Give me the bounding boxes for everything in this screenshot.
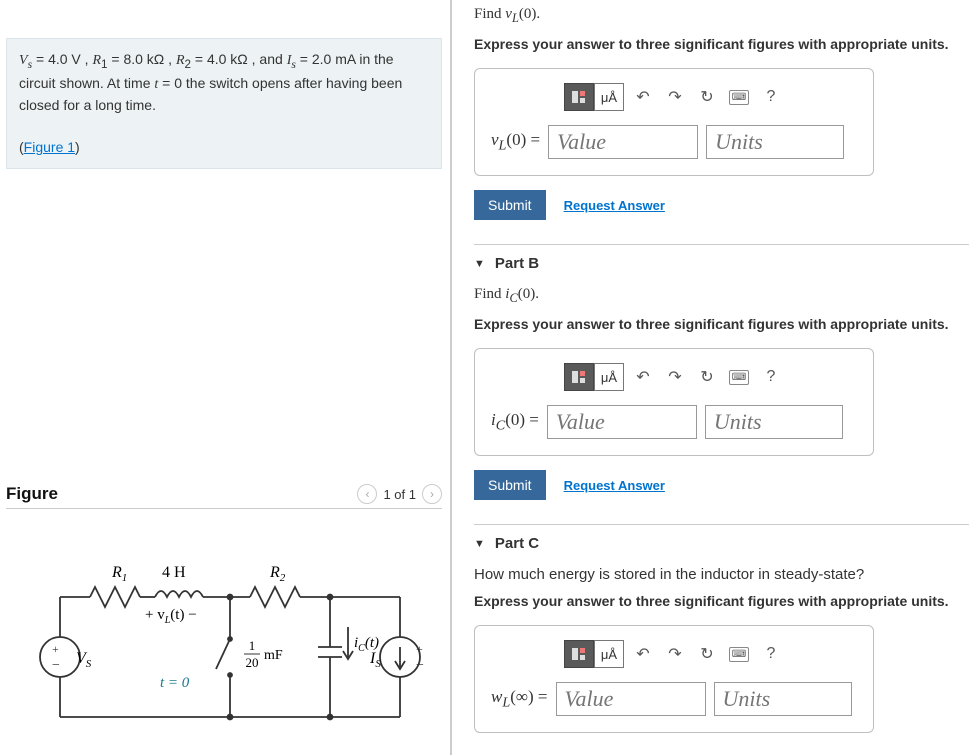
svg-text:R1: R1 (111, 564, 127, 584)
part-b: Find iC(0). Express your answer to three… (474, 286, 969, 500)
svg-text:+: + (52, 642, 59, 656)
units-button[interactable]: μÅ (594, 640, 624, 668)
part-a-value-input[interactable] (548, 125, 698, 159)
part-a: Find vL(0). Express your answer to three… (474, 6, 969, 220)
part-b-title: Part B (495, 255, 539, 272)
part-a-units-input[interactable] (706, 125, 844, 159)
svg-text:20: 20 (246, 655, 259, 670)
svg-text:−: − (52, 658, 60, 673)
undo-icon[interactable]: ↶ (630, 641, 656, 667)
svg-text:4 H: 4 H (162, 564, 186, 581)
keyboard-icon[interactable]: ⌨ (726, 641, 752, 667)
part-b-instructions: Express your answer to three significant… (474, 316, 969, 332)
svg-text:+: + (416, 642, 423, 656)
part-b-lhs: iC(0) = (491, 410, 539, 434)
pager-text: 1 of 1 (383, 487, 416, 502)
part-b-request-answer-link[interactable]: Request Answer (564, 478, 665, 493)
reset-icon[interactable]: ↻ (694, 364, 720, 390)
part-c-prompt: How much energy is stored in the inducto… (474, 566, 969, 583)
template-button[interactable] (564, 83, 594, 111)
svg-text:1: 1 (249, 638, 256, 653)
part-c-value-input[interactable] (556, 682, 706, 716)
svg-text:mF: mF (264, 648, 283, 663)
reset-icon[interactable]: ↻ (694, 641, 720, 667)
part-a-instructions: Express your answer to three significant… (474, 36, 969, 52)
prev-figure-button[interactable]: ‹ (357, 484, 377, 504)
svg-text:+ vL(t) −: + vL(t) − (145, 607, 197, 626)
part-a-prompt: Find vL(0). (474, 6, 969, 26)
svg-text:t = 0: t = 0 (160, 675, 190, 691)
svg-text:IS: IS (369, 650, 381, 670)
redo-icon[interactable]: ↷ (662, 641, 688, 667)
figure-pager: ‹ 1 of 1 › (357, 484, 442, 504)
template-button[interactable] (564, 640, 594, 668)
figure-title: Figure (6, 484, 58, 504)
redo-icon[interactable]: ↷ (662, 84, 688, 110)
units-button[interactable]: μÅ (594, 363, 624, 391)
figure-header: Figure ‹ 1 of 1 › (6, 484, 442, 509)
undo-icon[interactable]: ↶ (630, 364, 656, 390)
next-figure-button[interactable]: › (422, 484, 442, 504)
units-button[interactable]: μÅ (594, 83, 624, 111)
part-c-disclosure-icon[interactable]: ▼ (474, 538, 485, 550)
svg-text:R2: R2 (269, 564, 286, 584)
part-a-request-answer-link[interactable]: Request Answer (564, 198, 665, 213)
reset-icon[interactable]: ↻ (694, 84, 720, 110)
part-a-answer-box: μÅ ↶ ↷ ↻ ⌨ ? vL(0) = (474, 68, 874, 176)
svg-text:VS: VS (76, 650, 92, 670)
part-c-title: Part C (495, 535, 539, 552)
circuit-diagram: R1 4 H R2 + vL(t) − + − VS t = 0 1 20 mF… (6, 557, 442, 750)
help-icon[interactable]: ? (758, 84, 784, 110)
undo-icon[interactable]: ↶ (630, 84, 656, 110)
part-b-units-input[interactable] (705, 405, 843, 439)
part-b-submit-button[interactable]: Submit (474, 470, 546, 500)
part-b-disclosure-icon[interactable]: ▼ (474, 258, 485, 270)
part-c-answer-box: μÅ ↶ ↷ ↻ ⌨ ? wL(∞) = (474, 625, 874, 733)
part-b-header: ▼ Part B (474, 244, 969, 272)
redo-icon[interactable]: ↷ (662, 364, 688, 390)
part-c-units-input[interactable] (714, 682, 852, 716)
keyboard-icon[interactable]: ⌨ (726, 84, 752, 110)
figure-link[interactable]: Figure 1 (24, 139, 75, 155)
part-a-submit-button[interactable]: Submit (474, 190, 546, 220)
part-b-prompt: Find iC(0). (474, 286, 969, 306)
part-a-lhs: vL(0) = (491, 130, 540, 154)
help-icon[interactable]: ? (758, 364, 784, 390)
part-b-answer-box: μÅ ↶ ↷ ↻ ⌨ ? iC(0) = (474, 348, 874, 456)
part-c-instructions: Express your answer to three significant… (474, 593, 969, 609)
part-b-value-input[interactable] (547, 405, 697, 439)
template-button[interactable] (564, 363, 594, 391)
part-c-lhs: wL(∞) = (491, 687, 548, 711)
keyboard-icon[interactable]: ⌨ (726, 364, 752, 390)
part-c-header: ▼ Part C (474, 524, 969, 552)
problem-statement: Vs = 4.0 V , R1 = 8.0 kΩ , R2 = 4.0 kΩ ,… (6, 38, 442, 169)
part-c: How much energy is stored in the inducto… (474, 566, 969, 733)
svg-text:−: − (416, 658, 424, 673)
help-icon[interactable]: ? (758, 641, 784, 667)
